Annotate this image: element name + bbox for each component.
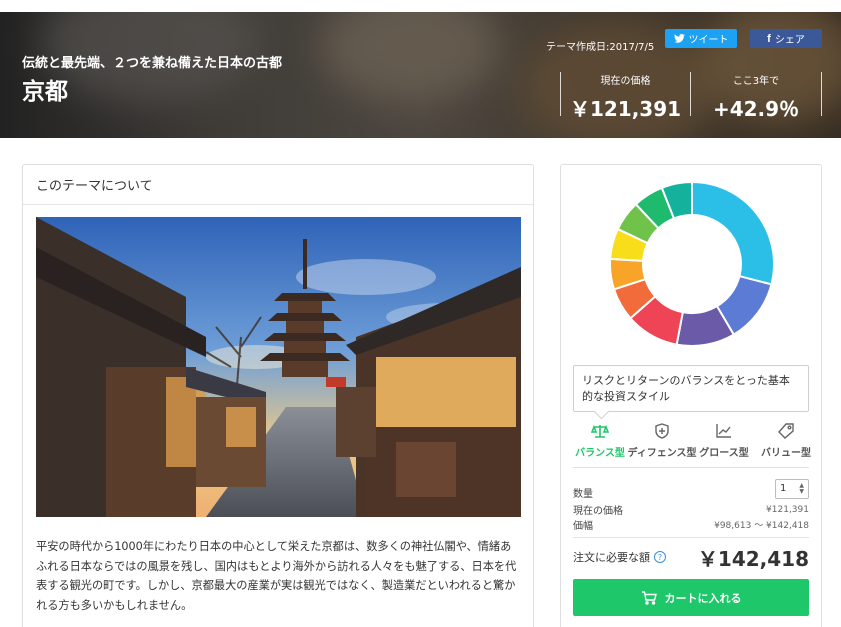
investment-style-selector: バランス型 ディフェンス型 グロース型 バリュー型 (569, 423, 817, 459)
divider (573, 537, 809, 538)
shield-icon (655, 423, 669, 439)
style-balance[interactable]: バランス型 (569, 423, 631, 459)
theme-created-date: テーマ作成日:2017/7/5 (546, 42, 655, 53)
theme-subtitle: 伝統と最先端、２つを兼ね備えた日本の古都 (22, 56, 283, 71)
style-growth-label: グロース型 (699, 448, 749, 459)
divider (573, 467, 809, 468)
style-defense[interactable]: ディフェンス型 (627, 423, 697, 459)
quantity-row: 数量 1 ▲ ▼ (573, 477, 809, 500)
quantity-label: 数量 (573, 489, 593, 500)
price-range-value: ¥98,613 〜 ¥142,418 (714, 521, 809, 531)
three-year-return-stat: ここ3年で +42.9％ (690, 72, 822, 121)
cart-icon (641, 590, 657, 605)
style-value[interactable]: バリュー型 (755, 423, 817, 459)
quantity-stepper[interactable]: 1 ▲ ▼ (775, 478, 809, 499)
current-price-label: 現在の価格 (600, 76, 651, 87)
current-price-value: ￥121,391 (569, 97, 682, 121)
theme-title: 京都 (22, 79, 68, 105)
share-label: シェア (774, 35, 805, 46)
about-theme-card: このテーマについて 平安の時代から1000年にわたり日本の中心として栄えた京都は… (22, 164, 534, 627)
style-balance-label: バランス型 (575, 448, 625, 459)
current-price-stat: 現在の価格 ￥121,391 (560, 72, 690, 121)
allocation-donut-chart (609, 180, 775, 347)
tweet-button[interactable]: ツイート (665, 29, 737, 48)
order-current-price-value: ¥121,391 (766, 504, 809, 515)
add-to-cart-button[interactable]: カートに入れる (573, 579, 809, 616)
total-label: 注文に必要な額 (573, 551, 650, 564)
price-range-label: 価幅 (573, 521, 593, 532)
total-row: 注文に必要な額 ? ￥142,418 (573, 543, 809, 571)
theme-hero: 伝統と最先端、２つを兼ね備えた日本の古都 京都 テーマ作成日:2017/7/5 … (0, 12, 841, 138)
tweet-label: ツイート (688, 35, 729, 46)
three-year-value: +42.9％ (712, 97, 800, 121)
order-card: リスクとリターンのバランスをとった基本的な投資スタイル バランス型 ディフェンス… (560, 164, 822, 627)
chart-icon (716, 424, 731, 438)
total-label-group: 注文に必要な額 ? (573, 549, 666, 565)
facebook-icon: f (767, 32, 771, 45)
about-description: 平安の時代から1000年にわたり日本の中心として栄えた京都は、数多くの神社仏閣や… (36, 540, 517, 612)
kyoto-photo (36, 217, 521, 517)
three-year-label: ここ3年で (732, 76, 780, 87)
add-to-cart-label: カートに入れる (664, 591, 742, 605)
tag-icon (778, 423, 794, 439)
style-growth[interactable]: グロース型 (693, 423, 755, 459)
style-value-label: バリュー型 (761, 448, 811, 459)
scale-icon (591, 424, 609, 438)
total-value: ￥142,418 (697, 546, 809, 571)
help-icon[interactable]: ? (654, 551, 666, 563)
current-price-row: 現在の価格 ¥121,391 (573, 502, 809, 518)
about-heading: このテーマについて (23, 165, 533, 205)
style-description-tooltip: リスクとリターンのバランスをとった基本的な投資スタイル (573, 365, 809, 412)
twitter-icon (673, 34, 685, 43)
price-range-row: 価幅 ¥98,613 〜 ¥142,418 (573, 517, 809, 532)
style-defense-label: ディフェンス型 (627, 448, 697, 459)
allocation-segment-1 (691, 180, 775, 286)
stepper-arrows-icon: ▲ ▼ (799, 481, 804, 495)
order-current-price-label: 現在の価格 (573, 506, 623, 517)
quantity-value: 1 (780, 483, 787, 494)
facebook-share-button[interactable]: f シェア (750, 29, 822, 48)
